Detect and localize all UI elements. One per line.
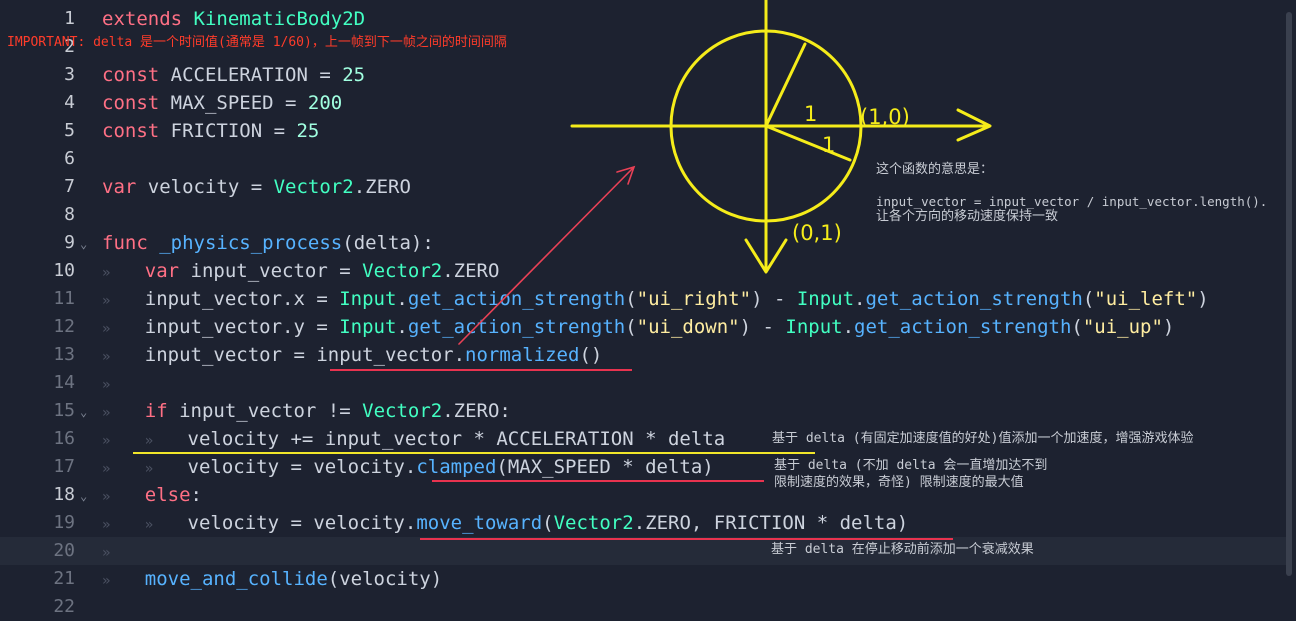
vertical-scrollbar[interactable] [1286, 12, 1292, 576]
radius-label-a: 1 [804, 102, 817, 126]
radius-lower [764, 124, 852, 162]
pointer-arrow [458, 167, 634, 345]
radius-label-b: 1 [822, 133, 835, 157]
point-label-y: (0,1) [792, 221, 842, 245]
radius-upper [764, 42, 807, 128]
point-label-x: (1,0) [860, 105, 910, 129]
unit-circle-sketch: 1 1 (1,0) (0,1) [458, 0, 992, 345]
code-editor[interactable]: 1 extends KinematicBody2D 2 3 const ACCELERA… [0, 0, 1296, 617]
